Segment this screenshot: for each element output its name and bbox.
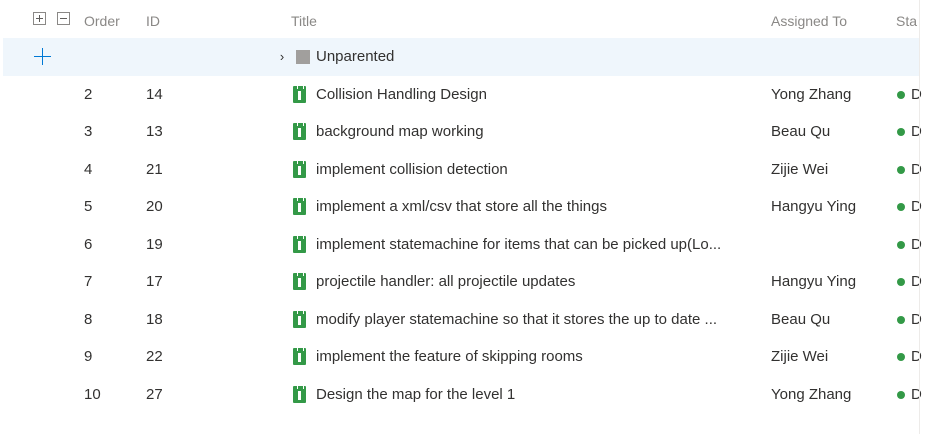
row-assigned-to: Zijie Wei xyxy=(771,348,829,365)
row-order: 7 xyxy=(84,273,93,290)
row-assigned-to: Beau Qu xyxy=(771,123,831,140)
row-order: 10 xyxy=(84,386,101,403)
row-id[interactable]: 19 xyxy=(146,226,196,263)
product-backlog-item-icon xyxy=(293,85,306,103)
state-dot-icon xyxy=(897,278,905,286)
column-divider xyxy=(919,0,920,434)
row-assigned-to xyxy=(771,226,889,263)
row-title[interactable]: implement a xml/csv that store all the t… xyxy=(316,188,756,225)
row-title[interactable]: implement statemachine for items that ca… xyxy=(316,226,756,263)
row-state: D xyxy=(911,386,922,403)
state-dot-icon xyxy=(897,241,905,249)
row-id[interactable]: 17 xyxy=(146,263,196,300)
row-state: D xyxy=(911,311,922,328)
column-header-id[interactable]: ID xyxy=(146,0,196,42)
product-backlog-item-icon xyxy=(293,310,306,328)
state-dot-icon xyxy=(897,128,905,136)
row-order: 2 xyxy=(84,86,93,103)
column-header-title[interactable]: Title xyxy=(291,0,731,42)
collapse-all-button[interactable] xyxy=(57,12,70,25)
table-row[interactable]: 9 22 implement the feature of skipping roo… xyxy=(0,338,931,375)
row-id[interactable]: 27 xyxy=(146,376,196,413)
row-title[interactable]: background map working xyxy=(316,113,756,150)
row-state: D xyxy=(911,161,922,178)
row-assigned-to: Zijie Wei xyxy=(771,161,829,178)
row-state: D xyxy=(911,273,922,290)
table-row[interactable]: 8 18 modify player statemachine so that it… xyxy=(0,301,931,338)
product-backlog-item-icon xyxy=(293,347,306,365)
expand-all-button[interactable] xyxy=(33,12,46,25)
row-state: D xyxy=(911,348,922,365)
table-row[interactable]: 3 13 background map working Beau Qu D xyxy=(0,113,931,150)
unparented-title: Unparented xyxy=(316,48,395,65)
add-item-icon[interactable] xyxy=(34,48,51,65)
backlog-grid: Order ID Title Assigned To Sta › Unparen… xyxy=(0,0,931,434)
product-backlog-item-icon xyxy=(293,197,306,215)
product-backlog-item-icon xyxy=(293,122,306,140)
state-dot-icon xyxy=(897,203,905,211)
row-state: D xyxy=(911,123,922,140)
product-backlog-item-icon xyxy=(293,235,306,253)
row-order: 3 xyxy=(84,123,93,140)
chevron-right-icon[interactable]: › xyxy=(275,38,289,76)
row-state: D xyxy=(911,86,922,103)
gray-square-icon xyxy=(296,50,310,64)
state-dot-icon xyxy=(897,391,905,399)
row-title[interactable]: Collision Handling Design xyxy=(316,76,756,113)
row-id[interactable]: 13 xyxy=(146,113,196,150)
row-id[interactable]: 20 xyxy=(146,188,196,225)
row-title[interactable]: modify player statemachine so that it st… xyxy=(316,301,756,338)
row-id[interactable]: 21 xyxy=(146,151,196,188)
row-title[interactable]: implement the feature of skipping rooms xyxy=(316,338,756,375)
product-backlog-item-icon xyxy=(293,160,306,178)
unparented-row[interactable]: › Unparented xyxy=(3,38,919,76)
column-header-state[interactable]: Sta xyxy=(896,0,931,42)
row-assigned-to: Beau Qu xyxy=(771,311,831,328)
table-row[interactable]: 2 14 Collision Handling Design Yong Zhang D xyxy=(0,76,931,113)
row-id[interactable]: 18 xyxy=(146,301,196,338)
row-id[interactable]: 22 xyxy=(146,338,196,375)
state-dot-icon xyxy=(897,91,905,99)
row-order: 8 xyxy=(84,311,93,328)
row-order: 6 xyxy=(84,236,93,253)
product-backlog-item-icon xyxy=(293,272,306,290)
state-dot-icon xyxy=(897,353,905,361)
table-row[interactable]: 6 19 implement statemachine for items that… xyxy=(0,226,931,263)
table-row[interactable]: 5 20 implement a xml/csv that store all th… xyxy=(0,188,931,225)
grid-header: Order ID Title Assigned To Sta xyxy=(0,0,931,42)
state-dot-icon xyxy=(897,166,905,174)
row-assigned-to: Yong Zhang xyxy=(771,386,852,403)
row-title[interactable]: implement collision detection xyxy=(316,151,756,188)
row-assigned-to: Yong Zhang xyxy=(771,86,852,103)
table-row[interactable]: 4 21 implement collision detection Zijie We… xyxy=(0,151,931,188)
row-state: D xyxy=(911,236,922,253)
state-dot-icon xyxy=(897,316,905,324)
row-assigned-to: Hangyu Ying xyxy=(771,273,857,290)
table-row[interactable]: 10 27 Design the map for the level 1 Yong Z… xyxy=(0,376,931,413)
row-assigned-to: Hangyu Ying xyxy=(771,198,857,215)
row-state: D xyxy=(911,198,922,215)
row-title[interactable]: Design the map for the level 1 xyxy=(316,376,756,413)
row-order: 9 xyxy=(84,348,93,365)
row-id[interactable]: 14 xyxy=(146,76,196,113)
table-row[interactable]: 7 17 projectile handler: all projectile up… xyxy=(0,263,931,300)
row-title[interactable]: projectile handler: all projectile updat… xyxy=(316,263,756,300)
column-header-order[interactable]: Order xyxy=(84,0,124,42)
row-order: 5 xyxy=(84,198,93,215)
row-order: 4 xyxy=(84,161,93,178)
column-header-assigned-to[interactable]: Assigned To xyxy=(771,0,889,42)
product-backlog-item-icon xyxy=(293,385,306,403)
